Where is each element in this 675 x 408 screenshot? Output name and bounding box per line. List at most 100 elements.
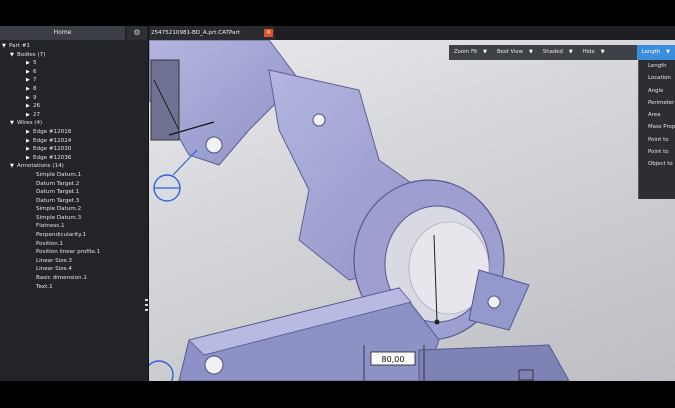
tree-item[interactable]: ▶ 9 (2, 94, 148, 103)
fixture-block (150, 59, 180, 141)
tree-item[interactable]: Simple Datum.1 (2, 171, 148, 180)
tree-item-label: Simple Datum.1 (36, 171, 82, 178)
measure-menu-item[interactable]: Perimeter (639, 97, 675, 109)
tree-item[interactable]: Basic dimension.1 (2, 274, 148, 283)
tree-item[interactable]: Datum Target.1 (2, 188, 148, 197)
tree-item[interactable]: ▶ 27 (2, 111, 148, 120)
tree-item-label: Flatness.1 (36, 223, 65, 230)
tree-item[interactable]: Datum Target.2 (2, 180, 148, 189)
tree-item[interactable]: ▶ 7 (2, 76, 148, 85)
zoom-fit-button[interactable]: Zoom Fit ▼ (449, 45, 492, 60)
expand-right-icon[interactable]: ▶ (26, 145, 33, 154)
tree-item-label: 7 (33, 77, 37, 84)
measure-menu-item[interactable]: Mass Prop (639, 121, 675, 133)
tree-item-label: 5 (33, 60, 37, 67)
tree-item-label: Edge #12024 (33, 137, 72, 144)
tree-item-label: Simple Datum.2 (36, 206, 82, 213)
tab-bar-empty (275, 26, 675, 40)
chevron-down-icon: ▼ (666, 49, 670, 55)
model-tree: ▼ Part #1 ▼ Bodies (7) ▶ 5 ▶ 6 ▶ 7 ▶ 8 ▶ 9 ▶ 26 ▶ 27 ▼ Wire… (2, 42, 148, 291)
gear-icon[interactable]: ⚙ (127, 26, 147, 40)
tree-item[interactable]: Simple Datum.3 (2, 214, 148, 223)
best-view-button[interactable]: Best View ▼ (492, 45, 538, 60)
shaded-label: Shaded (542, 49, 563, 55)
3d-viewport[interactable]: 80,00 (149, 40, 675, 381)
tree-item[interactable]: ▶ Edge #12024 (2, 137, 148, 146)
tree-item[interactable]: Simple Datum.2 (2, 205, 148, 214)
expand-right-icon[interactable]: ▶ (26, 76, 33, 85)
tree-item[interactable]: ▶ Edge #12030 (2, 145, 148, 154)
tree-item-label: Perpendicularity.1 (36, 232, 87, 239)
chevron-down-icon: ▼ (600, 49, 605, 55)
tree-item-label: Datum Target.1 (36, 189, 80, 196)
upper-mount-hole (205, 136, 223, 154)
tree-item[interactable]: Perpendicularity.1 (2, 231, 148, 240)
tree-item[interactable]: ▶ Edge #12036 (2, 154, 148, 163)
tree-item-label: Datum Target.2 (36, 180, 80, 187)
tree-item-label: Linear Size.4 (36, 266, 72, 273)
measure-menu-item[interactable]: Angle (639, 85, 675, 97)
measure-menu-item[interactable]: Object to (639, 158, 675, 170)
tree-item[interactable]: ▶ 6 (2, 68, 148, 77)
cad-viewer-app: Home ⚙ ▼ Part #1 ▼ Bodies (7) ▶ 5 ▶ 6 ▶ 7 ▶ 8 ▶ 9 ▶ 26 ▶… (0, 26, 675, 381)
expand-right-icon[interactable]: ▶ (26, 94, 33, 103)
document-tab-label: 25475210981-BD_A.prt.CATPart (151, 30, 240, 36)
hide-button[interactable]: Hide ▼ (578, 45, 610, 60)
tree-item[interactable]: Linear Size.4 (2, 265, 148, 274)
tree-item-label: Part #1 (9, 43, 31, 49)
expand-right-icon[interactable]: ▶ (26, 154, 33, 163)
measure-menu-item[interactable]: Point to (639, 134, 675, 146)
tree-item-label: Wires (4) (17, 120, 43, 127)
shaded-button[interactable]: Shaded ▼ (538, 45, 578, 60)
measure-length-button[interactable]: Length ▼ (636, 45, 675, 60)
close-tab-icon[interactable]: ✕ (264, 29, 273, 37)
expand-down-icon[interactable]: ▼ (2, 42, 9, 51)
measure-menu-item[interactable]: Area (639, 109, 675, 121)
home-tab[interactable]: Home (0, 26, 125, 40)
tree-item-label: 8 (33, 85, 37, 92)
tree-item-label: Edge #12018 (33, 128, 72, 135)
expand-down-icon[interactable]: ▼ (10, 51, 17, 60)
expand-right-icon[interactable]: ▶ (26, 59, 33, 68)
expand-right-icon[interactable]: ▶ (26, 68, 33, 77)
tree-item[interactable]: Linear Size.3 (2, 257, 148, 266)
tree-item-label: Annotations (14) (17, 163, 64, 170)
tree-item-label: Bodies (7) (17, 51, 46, 58)
tree-item-label: 27 (33, 111, 41, 118)
expand-right-icon[interactable]: ▶ (26, 137, 33, 146)
expand-right-icon[interactable]: ▶ (26, 102, 33, 111)
tree-item[interactable]: Position linear profile.1 (2, 248, 148, 257)
part-model-render: 80,00 (149, 40, 570, 381)
tree-item[interactable]: ▶ Edge #12018 (2, 128, 148, 137)
tree-item-label: Basic dimension.1 (36, 275, 87, 282)
measure-menu-item[interactable]: Point to (639, 146, 675, 158)
tree-item[interactable]: Datum Target.3 (2, 197, 148, 206)
measure-menu-item[interactable]: Length (639, 60, 675, 72)
tree-item[interactable]: ▶ 8 (2, 85, 148, 94)
length-label: Length (641, 49, 661, 55)
measure-menu-item[interactable]: Location (639, 72, 675, 84)
right-plate (418, 344, 570, 381)
expand-down-icon[interactable]: ▼ (10, 162, 17, 171)
tree-item[interactable]: ▼ Wires (4) (2, 119, 148, 128)
tree-item[interactable]: Flatness.1 (2, 222, 148, 231)
tree-item[interactable]: ▼ Part #1 (2, 42, 148, 51)
tree-item-label: 26 (33, 103, 41, 110)
expand-right-icon[interactable]: ▶ (26, 111, 33, 120)
tree-item[interactable]: Position.1 (2, 240, 148, 249)
tree-item-label: 6 (33, 68, 37, 75)
tree-item-label: Edge #12030 (33, 146, 72, 153)
measure-dropdown-menu: Length Location Angle Perimeter Area Mass Pro… (638, 60, 675, 199)
expand-right-icon[interactable]: ▶ (26, 128, 33, 137)
tree-item-label: Text.1 (36, 283, 53, 290)
tree-item[interactable]: ▶ 26 (2, 102, 148, 111)
arm-hole (312, 113, 326, 127)
expand-down-icon[interactable]: ▼ (10, 119, 17, 128)
expand-right-icon[interactable]: ▶ (26, 85, 33, 94)
tree-item[interactable]: ▶ 5 (2, 59, 148, 68)
view-toolbar: Zoom Fit ▼ Best View ▼ Shaded ▼ Hide ▼ L… (449, 45, 675, 60)
document-tab[interactable]: 25475210981-BD_A.prt.CATPart (149, 26, 275, 40)
tree-item[interactable]: Text.1 (2, 283, 148, 292)
tree-item[interactable]: ▼ Bodies (7) (2, 51, 148, 60)
tree-item[interactable]: ▼ Annotations (14) (2, 162, 148, 171)
